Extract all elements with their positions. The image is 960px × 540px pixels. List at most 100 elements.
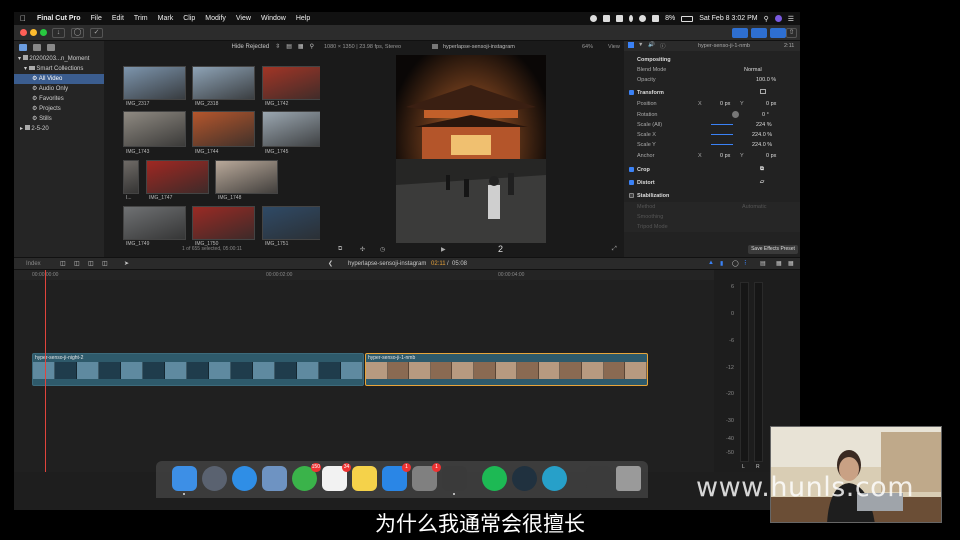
messages-icon[interactable]: 150 (292, 463, 321, 491)
sidebar-item-stills[interactable]: ⚙ Stills (14, 114, 104, 124)
notes-icon[interactable] (352, 466, 377, 491)
battery-percent[interactable]: 8% (665, 15, 675, 22)
effects-browser-icon[interactable]: ▦ (776, 260, 782, 267)
spotlight-icon[interactable]: ⚲ (764, 15, 769, 23)
final-cut-pro-icon[interactable] (442, 466, 467, 491)
rotation-dial-icon[interactable] (732, 111, 739, 118)
teal-app-icon[interactable] (542, 466, 567, 491)
play-button[interactable]: ▶ (441, 246, 446, 253)
stabilization-checkbox[interactable] (629, 193, 634, 198)
menu-modify[interactable]: Modify (200, 15, 231, 22)
share-icon[interactable]: ⇧ (786, 28, 797, 38)
menu-clip[interactable]: Clip (178, 15, 200, 22)
append-clip-icon[interactable]: ◫ (88, 260, 94, 267)
quicktime-icon[interactable] (512, 466, 537, 491)
clip-appearance-icon[interactable]: ▤ (760, 260, 766, 267)
position-y-field[interactable]: 0 px (766, 101, 776, 107)
dropbox-icon[interactable] (603, 15, 611, 22)
position-x-field[interactable]: 0 px (720, 101, 730, 107)
minimize-window-button[interactable] (30, 29, 37, 36)
close-window-button[interactable] (20, 29, 27, 36)
menu-file[interactable]: File (86, 15, 107, 22)
info-inspector-icon[interactable]: ⓘ (660, 42, 666, 50)
menu-final-cut-pro[interactable]: Final Cut Pro (32, 15, 86, 22)
fullscreen-icon[interactable]: ⤢ (612, 246, 617, 253)
preview-icon[interactable] (262, 466, 287, 491)
trash-icon[interactable] (616, 466, 641, 491)
scale-y-field[interactable]: 224.0 % (752, 142, 772, 148)
background-tasks-icon[interactable]: ✓ (90, 28, 103, 38)
transform-tool-icon[interactable]: ✣ (360, 246, 365, 253)
timeline-ruler[interactable]: 00:00:00:00 00:00:02:00 00:00:04:00 (14, 270, 714, 280)
scale-x-slider[interactable] (711, 134, 733, 135)
rotation-field[interactable]: 0 ° (762, 112, 769, 118)
clip-appearance-icon[interactable]: ▤ (286, 43, 292, 50)
menu-help[interactable]: Help (291, 15, 315, 22)
stabilization-section[interactable]: Stabilization (624, 191, 800, 201)
apple-icon[interactable]:  (14, 14, 32, 23)
audio-inspector-icon[interactable]: 🔊 (648, 42, 655, 48)
menu-view[interactable]: View (231, 15, 256, 22)
disclosure-icon[interactable]: ▸ (20, 126, 23, 132)
launchpad-icon[interactable] (202, 466, 227, 491)
sidebar-item-all-video[interactable]: ⚙ All Video (14, 74, 104, 84)
menu-window[interactable]: Window (256, 15, 291, 22)
keyword-icon[interactable]: ◯ (71, 28, 84, 38)
filmstrip-view-icon[interactable]: ▦ (298, 43, 304, 50)
system-preferences-icon[interactable]: 1 (412, 463, 441, 491)
distort-checkbox[interactable] (629, 180, 634, 185)
method-popup[interactable]: Automatic (742, 204, 766, 210)
anchor-y-field[interactable]: 0 px (766, 153, 776, 159)
scale-y-slider[interactable] (711, 144, 733, 145)
color-inspector-icon[interactable]: ▼ (638, 42, 643, 48)
headphones-icon[interactable]: ◯ (732, 260, 739, 267)
finder-icon[interactable] (172, 466, 197, 491)
wifi-icon[interactable] (639, 15, 647, 22)
back-arrow-icon[interactable]: ❮ (328, 260, 333, 267)
show-browser-toggle[interactable] (732, 28, 748, 38)
zoom-window-button[interactable] (40, 29, 47, 36)
app-store-icon[interactable]: 1 (382, 463, 411, 491)
show-inspector-toggle[interactable] (770, 28, 786, 38)
skimming-icon[interactable]: ▲ (708, 260, 714, 266)
volume-icon[interactable] (652, 15, 660, 22)
index-button[interactable]: Index (26, 261, 41, 267)
distort-section[interactable]: Distort ▱ (624, 178, 800, 188)
zoom-dropdown[interactable]: 64% (582, 44, 593, 50)
battery-icon[interactable] (681, 15, 694, 22)
sidebar-item-event[interactable]: ▸ 2-5-20 (14, 124, 104, 134)
safari-icon[interactable] (232, 466, 257, 491)
import-icon[interactable]: ↓ (52, 28, 65, 38)
compositing-section[interactable]: Compositing (624, 55, 800, 65)
record-status-icon[interactable] (590, 15, 598, 22)
clock[interactable]: Sat Feb 8 3:02 PM (699, 15, 757, 22)
menu-edit[interactable]: Edit (107, 15, 129, 22)
calendar-icon[interactable]: 34 (322, 463, 351, 491)
sidebar-item-projects[interactable]: ⚙ Projects (14, 104, 104, 114)
crop-checkbox[interactable] (629, 167, 634, 172)
display-icon[interactable] (616, 15, 624, 22)
transitions-browser-icon[interactable]: ▦ (788, 260, 794, 267)
photos-audio-tab-icon[interactable] (33, 44, 41, 51)
transform-onscreen-icon[interactable] (760, 89, 766, 94)
blend-mode-popup[interactable]: Normal (744, 67, 762, 73)
opacity-field[interactable]: 100.0 % (756, 77, 776, 83)
scale-all-slider[interactable] (711, 124, 733, 125)
playhead[interactable] (45, 270, 46, 472)
sidebar-item-favorites[interactable]: ⚙ Favorites (14, 94, 104, 104)
transform-checkbox[interactable] (629, 90, 634, 95)
menu-mark[interactable]: Mark (153, 15, 179, 22)
libraries-tab-icon[interactable] (19, 44, 27, 51)
disclosure-icon[interactable]: ▾ (18, 56, 21, 62)
bluetooth-icon[interactable] (629, 15, 634, 22)
sidebar-item-smart-collections[interactable]: ▾ Smart Collections (14, 64, 104, 74)
crop-onscreen-icon[interactable]: ⧉ (760, 166, 764, 173)
insert-clip-icon[interactable]: ◫ (74, 260, 80, 267)
audio-skimming-icon[interactable]: ▮ (720, 260, 723, 267)
crop-tool-icon[interactable]: ⧉ (338, 246, 342, 253)
crop-section[interactable]: Crop ⧉ (624, 165, 800, 175)
search-icon[interactable]: ⚲ (310, 43, 314, 50)
timeline-clip[interactable]: hyper-senso-ji-night-2 (32, 353, 364, 386)
timeline-clip-selected[interactable]: hyper-senso-ji-1-nmb (365, 353, 648, 386)
scale-all-field[interactable]: 224 % (756, 122, 772, 128)
